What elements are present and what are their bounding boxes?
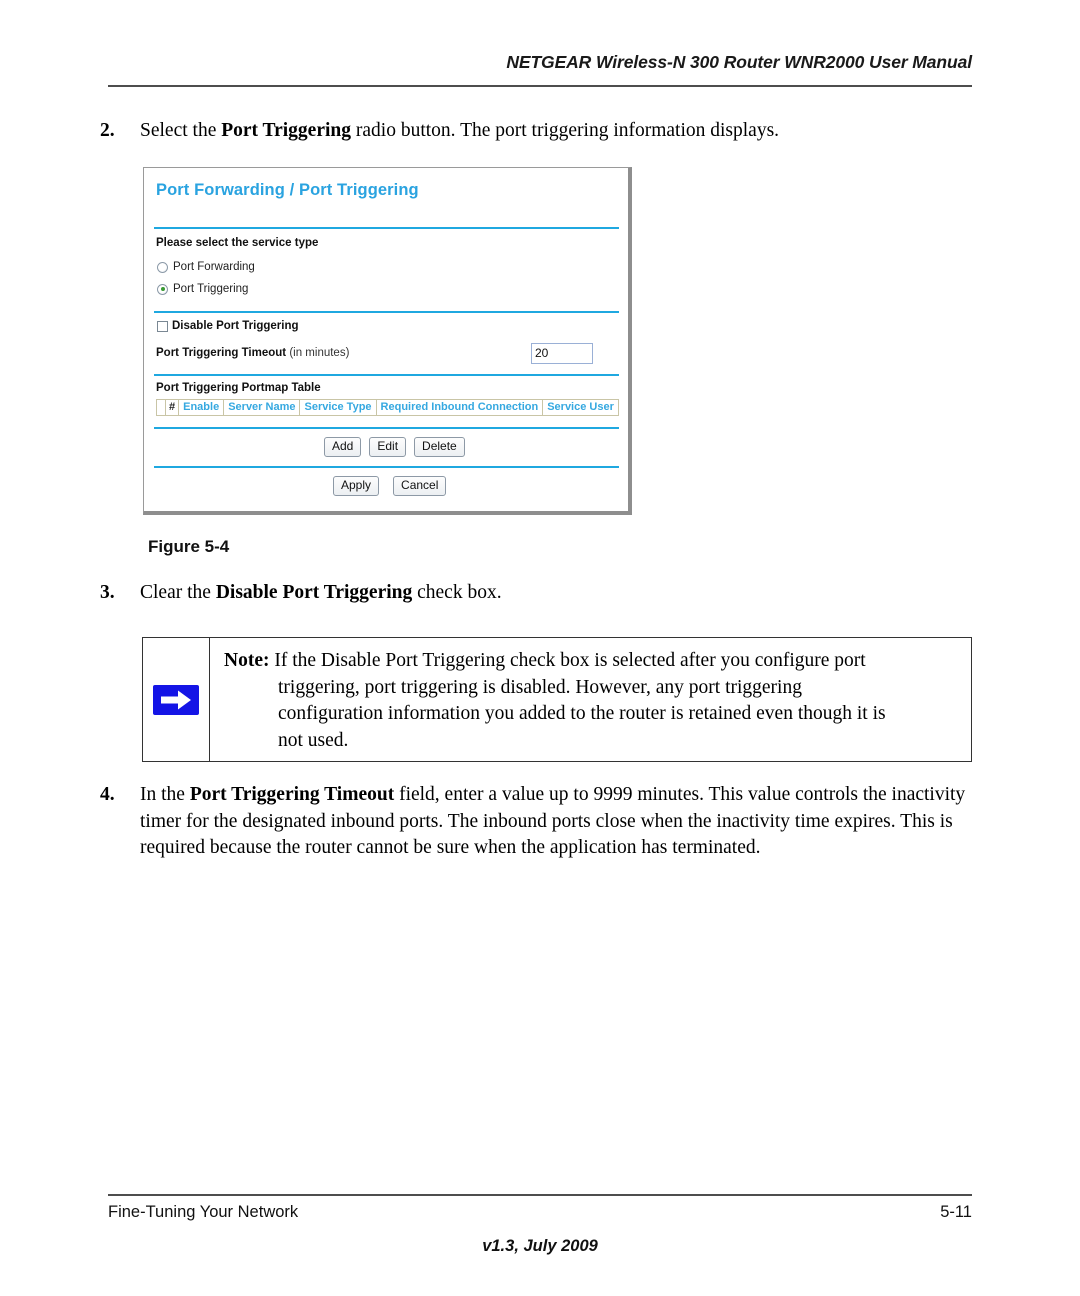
step-2-text: Select the Port Triggering radio button.… <box>140 118 980 145</box>
timeout-label-bold: Port Triggering Timeout <box>156 347 287 359</box>
radio-port-forwarding[interactable]: Port Forwarding <box>157 261 255 273</box>
step-4-text: In the Port Triggering Timeout field, en… <box>140 782 990 862</box>
note-text: Note: If the Disable Port Triggering che… <box>210 638 971 761</box>
right-arrow-icon <box>153 684 199 715</box>
portmap-col-service-type: Service Type <box>299 399 377 416</box>
cancel-button[interactable]: Cancel <box>393 476 447 496</box>
portmap-col-service-user: Service User <box>542 399 619 416</box>
timeout-label-normal: (in minutes) <box>286 347 350 359</box>
panel-title: Port Forwarding / Port Triggering <box>156 181 419 199</box>
step-3: 3. Clear the Disable Port Triggering che… <box>100 580 980 607</box>
note-line-1-text: If the Disable Port Triggering check box… <box>269 650 866 671</box>
note-line-1: Note: If the Disable Port Triggering che… <box>224 648 957 675</box>
divider-above-form-buttons <box>154 466 619 468</box>
step-2-text-after: radio button. The port triggering inform… <box>351 120 780 141</box>
note-line-4: not used. <box>278 729 349 751</box>
step-3-text-before: Clear the <box>140 582 216 603</box>
header-divider <box>108 85 972 87</box>
step-2-bold-term: Port Triggering <box>221 120 352 141</box>
footer-divider <box>108 1194 972 1196</box>
portmap-col-number: # <box>164 399 180 416</box>
portmap-table: # Enable Server Name Service Type Requir… <box>156 399 619 416</box>
step-3-text: Clear the Disable Port Triggering check … <box>140 580 980 607</box>
step-2-number: 2. <box>100 120 115 141</box>
radio-port-forwarding-indicator[interactable] <box>157 261 168 273</box>
note-line-3: configuration information you added to t… <box>278 703 886 724</box>
step-2-text-before: Select the <box>140 120 222 141</box>
portmap-col-spacer <box>156 399 166 416</box>
step-4-text-before: In the <box>140 784 190 805</box>
radio-port-triggering-indicator[interactable] <box>157 283 168 295</box>
step-3-text-after: check box. <box>412 582 502 603</box>
step-4-number: 4. <box>100 784 115 805</box>
router-ui-screenshot: Port Forwarding / Port Triggering Please… <box>143 167 632 515</box>
divider-under-title <box>154 227 619 229</box>
running-head-text: NETGEAR Wireless-N 300 Router WNR2000 Us… <box>506 52 972 72</box>
portmap-col-enable: Enable <box>178 399 225 416</box>
divider-under-table <box>154 427 619 429</box>
edit-button[interactable]: Edit <box>369 437 407 457</box>
timeout-label: Port Triggering Timeout (in minutes) <box>156 347 349 359</box>
radio-port-triggering-label: Port Triggering <box>173 283 249 295</box>
service-type-label: Please select the service type <box>156 237 319 249</box>
divider-under-radios <box>154 311 619 313</box>
row-action-buttons: Add Edit Delete <box>324 437 465 457</box>
note-icon-cell <box>143 638 210 761</box>
footer-page-number: 5-11 <box>940 1203 972 1221</box>
note-line-2: triggering, port triggering is disabled.… <box>278 676 802 698</box>
step-3-number: 3. <box>100 582 115 603</box>
radio-port-forwarding-label: Port Forwarding <box>173 261 255 273</box>
delete-button[interactable]: Delete <box>414 437 465 457</box>
form-action-buttons: Apply Cancel <box>333 476 447 496</box>
add-button[interactable]: Add <box>324 437 362 457</box>
disable-port-triggering-checkbox[interactable] <box>157 320 168 332</box>
timeout-input[interactable]: 20 <box>531 343 593 364</box>
divider-under-timeout <box>154 374 619 376</box>
disable-port-triggering-row[interactable]: Disable Port Triggering <box>157 320 299 332</box>
portmap-col-server-name: Server Name <box>223 399 301 416</box>
step-3-bold-term: Disable Port Triggering <box>215 582 413 603</box>
router-ui-panel: Port Forwarding / Port Triggering Please… <box>148 171 625 508</box>
portmap-col-required-inbound-connection: Required Inbound Connection <box>375 399 544 416</box>
note-label: Note: <box>224 650 270 671</box>
figure-caption: Figure 5-4 <box>148 537 230 556</box>
apply-button[interactable]: Apply <box>333 476 380 496</box>
step-2: 2. Select the Port Triggering radio butt… <box>100 118 980 145</box>
step-4-bold-term: Port Triggering Timeout <box>189 784 395 805</box>
footer-version: v1.3, July 2009 <box>482 1237 598 1255</box>
disable-port-triggering-label: Disable Port Triggering <box>172 320 299 332</box>
step-4: 4. In the Port Triggering Timeout field,… <box>100 782 990 862</box>
note-callout-box: Note: If the Disable Port Triggering che… <box>142 637 972 762</box>
page-running-header: NETGEAR Wireless-N 300 Router WNR2000 Us… <box>108 52 972 73</box>
radio-port-triggering[interactable]: Port Triggering <box>157 283 248 295</box>
portmap-table-header-row: # Enable Server Name Service Type Requir… <box>156 399 619 416</box>
portmap-table-title: Port Triggering Portmap Table <box>156 382 321 394</box>
